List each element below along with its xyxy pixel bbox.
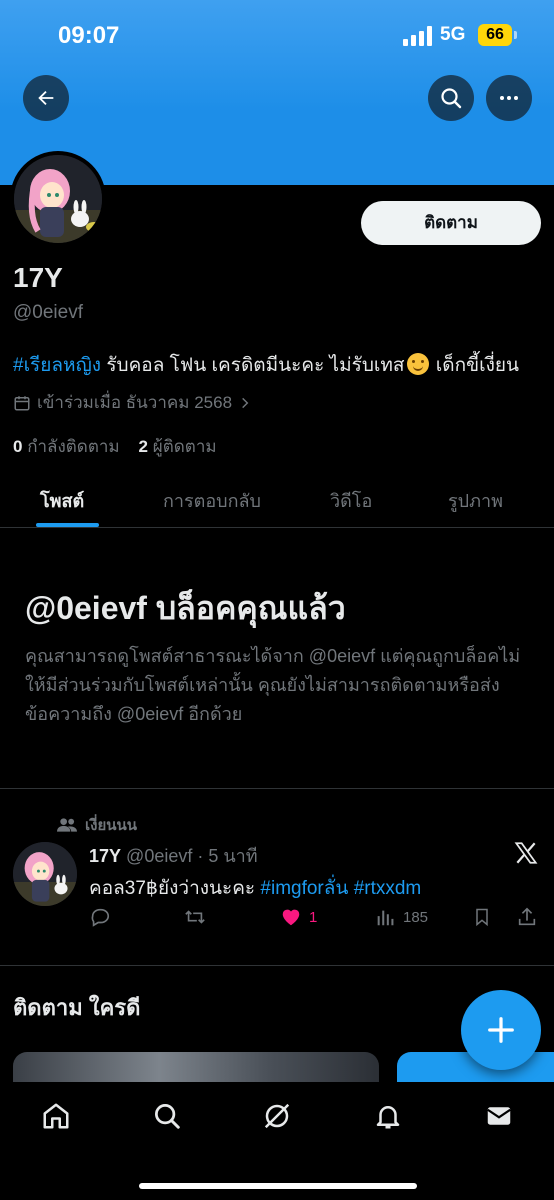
search-button[interactable]	[428, 75, 474, 121]
tab-videos[interactable]: วิดีโอ	[330, 486, 372, 515]
more-dots-icon	[500, 96, 518, 100]
tab-photos[interactable]: รูปภาพ	[448, 486, 503, 515]
view-count: 185	[403, 908, 429, 926]
bar-chart-icon	[377, 910, 394, 926]
arrow-left-icon	[38, 90, 54, 106]
divider	[0, 788, 554, 789]
status-bar: 09:07 5G 66	[0, 0, 554, 70]
tweet-header: 17Y @0eievf · 5 นาที	[89, 841, 258, 870]
bookmark-icon	[476, 908, 488, 927]
following-label: กำลังติดตาม	[27, 437, 120, 456]
reply-button[interactable]	[89, 906, 111, 928]
tab-replies[interactable]: การตอบกลับ	[163, 486, 261, 515]
bookmark-button[interactable]	[472, 906, 492, 928]
heart-icon	[282, 909, 300, 926]
search-icon	[441, 88, 462, 109]
blocked-description: คุณสามารถดูโพสต์สาธารณะได้จาก @0eievf แต…	[25, 646, 521, 724]
grok-icon[interactable]	[262, 1101, 292, 1136]
tweet-actions: 1 185	[0, 906, 554, 936]
followers-label: ผู้ติดตาม	[152, 437, 217, 456]
tweet-hashtag[interactable]: #imgforลั่น	[260, 878, 348, 899]
tweet-avatar[interactable]	[13, 842, 77, 906]
tweet-hashtag[interactable]: #rtxxdm	[354, 878, 422, 899]
follow-button[interactable]: ติดตาม	[361, 201, 541, 245]
following-count: 0	[13, 437, 23, 456]
active-tab-indicator	[36, 523, 99, 527]
tweet-body: คอล37฿ยังว่างนะคะ	[89, 878, 261, 899]
tweet-author-handle[interactable]: @0eievf	[126, 846, 192, 866]
share-icon	[518, 907, 536, 926]
tweet-time: · 5 นาที	[197, 846, 258, 866]
repost-indicator[interactable]: เงี่ยนนน	[57, 813, 137, 837]
messages-icon[interactable]	[484, 1101, 514, 1136]
profile-avatar[interactable]	[10, 151, 106, 247]
network-type: 5G	[440, 24, 466, 45]
smile-emoji-icon	[406, 353, 429, 375]
reply-icon	[91, 908, 110, 927]
back-button[interactable]	[23, 75, 69, 121]
calendar-icon	[14, 395, 30, 410]
bio-text: รับคอล โฟน เครดิตมีนะคะ ไม่รับเทส	[101, 355, 405, 376]
compose-button[interactable]	[461, 990, 541, 1070]
chevron-right-icon[interactable]	[238, 396, 252, 410]
notifications-icon[interactable]	[373, 1101, 403, 1136]
tweet-author-name[interactable]: 17Y	[89, 846, 121, 866]
retweet-icon	[185, 910, 205, 924]
following-link[interactable]: 0 กำลังติดตาม	[13, 437, 120, 456]
tweet-text: คอล37฿ยังว่างนะคะ #imgforลั่น #rtxxdm	[89, 873, 421, 903]
followers-link[interactable]: 2 ผู้ติดตาม	[139, 437, 217, 456]
share-button[interactable]	[516, 906, 538, 928]
avatar-illustration	[14, 155, 102, 243]
battery-icon: 66	[478, 24, 512, 46]
tab-posts[interactable]: โพสต์	[40, 486, 84, 515]
profile-handle: @0eievf	[13, 302, 83, 323]
x-logo-icon	[513, 840, 539, 871]
people-icon	[57, 818, 77, 832]
battery-cap	[514, 31, 517, 39]
profile-tabs: โพสต์ การตอบกลับ วิดีโอ รูปภาพ	[0, 470, 554, 528]
views-button[interactable]: 185	[375, 906, 428, 928]
divider	[0, 965, 554, 966]
retweet-button[interactable]	[183, 906, 207, 928]
home-indicator	[139, 1183, 417, 1189]
status-time: 09:07	[58, 22, 120, 49]
like-button[interactable]: 1	[279, 906, 317, 928]
profile-bio: #เรียลหญิง รับคอล โฟน เครดิตมีนะคะ ไม่รั…	[13, 350, 519, 380]
bio-hashtag[interactable]: #เรียลหญิง	[13, 355, 101, 376]
followers-count: 2	[138, 437, 149, 456]
reposted-by: เงี่ยนนน	[85, 817, 138, 834]
search-icon[interactable]	[152, 1101, 182, 1136]
follow-counts: 0 กำลังติดตาม 2 ผู้ติดตาม	[13, 433, 217, 460]
bio-text-after: เด็กขี้เงี่ยน	[430, 355, 520, 376]
signal-icon	[403, 26, 435, 46]
home-icon[interactable]	[41, 1101, 71, 1136]
joined-date: เข้าร่วมเมื่อ ธันวาคม 2568	[13, 389, 252, 416]
profile-name: 17Y	[13, 262, 63, 293]
who-to-follow-title: ติดตาม ใครดี	[13, 995, 141, 1020]
joined-text: เข้าร่วมเมื่อ ธันวาคม 2568	[37, 393, 233, 412]
more-button[interactable]	[486, 75, 532, 121]
avatar-illustration	[13, 842, 77, 906]
blocked-title: @0eievf บล็อคคุณแล้ว	[25, 590, 346, 626]
plus-icon	[488, 1017, 514, 1043]
like-count: 1	[309, 908, 318, 926]
